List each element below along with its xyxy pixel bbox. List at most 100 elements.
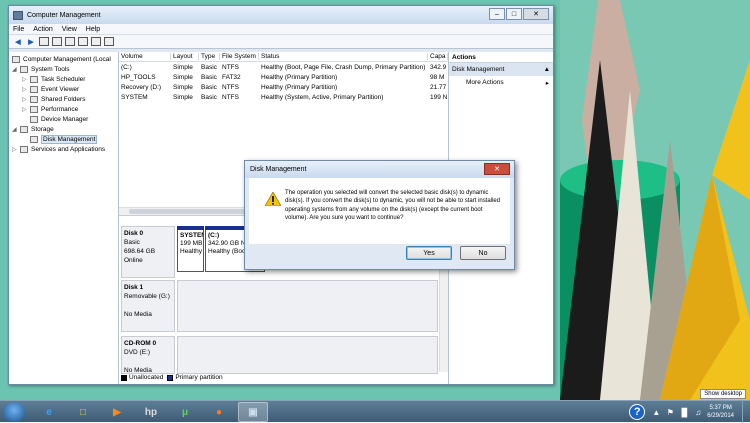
dialog-message: The operation you selected will convert … <box>285 190 501 221</box>
window-title: Computer Management <box>27 11 101 19</box>
tree-item-computer-management[interactable]: Computer Management (Local <box>9 54 118 64</box>
cdrom-0-info[interactable]: CD-ROM 0 DVD (E:) No Media <box>121 336 175 374</box>
expand-arrow-icon[interactable]: ▷ <box>22 86 28 93</box>
computer-management-taskbar-icon[interactable]: ▣ <box>238 402 268 422</box>
legend-primary: Primary partition <box>175 374 223 381</box>
toolbox-icon <box>20 65 28 73</box>
disk-legend: Unallocated Primary partition <box>121 374 223 381</box>
clock-icon <box>30 75 38 83</box>
more-actions[interactable]: More Actions ▸ <box>449 76 553 89</box>
internet-explorer-icon[interactable]: e <box>34 402 64 422</box>
collapse-arrow-icon[interactable]: ◢ <box>12 126 18 133</box>
properties-icon[interactable] <box>52 37 62 46</box>
tree-item-shared-folders[interactable]: ▷ Shared Folders <box>9 94 118 104</box>
services-icon <box>20 145 28 153</box>
legend-unallocated: Unallocated <box>129 374 164 381</box>
menu-action[interactable]: Action <box>33 26 52 33</box>
show-desktop-tooltip: Show desktop <box>700 389 746 399</box>
tree-item-performance[interactable]: ▷ Performance <box>9 104 118 114</box>
dialog-close-button[interactable]: ✕ <box>484 163 510 175</box>
partition-system[interactable]: SYSTEM 199 MB Healthy <box>177 226 204 272</box>
minimize-button[interactable]: – <box>489 8 505 20</box>
disk-management-icon <box>30 135 38 143</box>
dialog-title: Disk Management <box>250 166 307 173</box>
menu-help[interactable]: Help <box>86 26 100 33</box>
warning-icon <box>265 192 281 206</box>
column-file-system[interactable]: File System <box>220 53 259 60</box>
table-row[interactable]: SYSTEM Simple Basic NTFS Healthy (System… <box>119 92 448 102</box>
start-button-icon[interactable] <box>3 402 25 422</box>
collapse-triangle-icon[interactable]: ▲ <box>544 66 550 73</box>
close-button[interactable]: ✕ <box>523 8 549 20</box>
expand-arrow-icon[interactable]: ▷ <box>22 96 28 103</box>
system-tray: ? ▲ ⚑ █ ♫ 5:37 PM 6/29/2014 <box>629 401 750 423</box>
device-manager-icon <box>30 115 38 123</box>
collapse-arrow-icon[interactable]: ◢ <box>12 66 18 73</box>
back-arrow-icon[interactable]: ◀ <box>13 37 23 46</box>
expand-arrow-icon[interactable]: ▷ <box>22 76 28 83</box>
yes-button[interactable]: Yes <box>406 246 452 260</box>
disk-1-space[interactable] <box>177 280 438 332</box>
tree-item-storage[interactable]: ◢ Storage <box>9 124 118 134</box>
firefox-icon[interactable]: ● <box>204 402 234 422</box>
show-hidden-icons-icon[interactable]: ▲ <box>651 407 661 417</box>
help-topic-icon[interactable] <box>65 37 75 46</box>
menu-bar: File Action View Help <box>9 24 553 35</box>
volume-list-header: Volume Layout Type File System Status Ca… <box>119 52 448 62</box>
tree-item-task-scheduler[interactable]: ▷ Task Scheduler <box>9 74 118 84</box>
column-type[interactable]: Type <box>199 53 220 60</box>
help-icon[interactable]: ? <box>629 404 646 420</box>
tree-item-system-tools[interactable]: ◢ System Tools <box>9 64 118 74</box>
disk-1-row: Disk 1 Removable (G:) No Media <box>119 280 448 332</box>
tree-item-device-manager[interactable]: Device Manager <box>9 114 118 124</box>
windows-explorer-icon[interactable]: □ <box>68 402 98 422</box>
column-capacity[interactable]: Capa <box>428 53 448 60</box>
clock-time: 5:37 PM <box>709 405 732 411</box>
tree-item-disk-management[interactable]: Disk Management <box>9 134 118 144</box>
event-viewer-icon <box>30 85 38 93</box>
media-player-icon[interactable]: ▶ <box>102 402 132 422</box>
column-status[interactable]: Status <box>259 53 428 60</box>
cdrom-0-space[interactable] <box>177 336 438 374</box>
volume-icon[interactable]: ♫ <box>693 407 703 417</box>
toolbar: ◀ ▶ <box>9 35 553 49</box>
action-center-flag-icon[interactable]: ⚑ <box>665 407 675 417</box>
show-desktop-button[interactable] <box>742 401 750 423</box>
storage-icon <box>20 125 28 133</box>
utorrent-icon[interactable]: μ <box>170 402 200 422</box>
clock-date: 6/29/2014 <box>707 413 734 419</box>
disk-0-info[interactable]: Disk 0 Basic 698.64 GB Online <box>121 226 175 278</box>
menu-view[interactable]: View <box>62 26 77 33</box>
table-row[interactable]: HP_TOOLS Simple Basic FAT32 Healthy (Pri… <box>119 72 448 82</box>
show-hide-tree-icon[interactable] <box>39 37 49 46</box>
settings-icon[interactable] <box>91 37 101 46</box>
column-volume[interactable]: Volume <box>119 53 171 60</box>
network-icon[interactable]: █ <box>679 407 689 417</box>
refresh-icon[interactable] <box>78 37 88 46</box>
actions-header: Actions <box>449 52 553 63</box>
cdrom-0-row: CD-ROM 0 DVD (E:) No Media <box>119 336 448 374</box>
disk-1-info[interactable]: Disk 1 Removable (G:) No Media <box>121 280 175 332</box>
convert-dynamic-dialog: Disk Management ✕ The operation you sele… <box>244 160 515 270</box>
dialog-title-bar[interactable]: Disk Management <box>245 161 514 178</box>
maximize-button[interactable]: □ <box>506 8 522 20</box>
export-list-icon[interactable] <box>104 37 114 46</box>
forward-arrow-icon[interactable]: ▶ <box>26 37 36 46</box>
table-row[interactable]: (C:) Simple Basic NTFS Healthy (Boot, Pa… <box>119 62 448 72</box>
performance-icon <box>30 105 38 113</box>
console-tree: Computer Management (Local ◢ System Tool… <box>9 52 119 384</box>
tree-item-services-applications[interactable]: ▷ Services and Applications <box>9 144 118 154</box>
clock[interactable]: 5:37 PM 6/29/2014 <box>707 404 734 420</box>
expand-arrow-icon[interactable]: ▷ <box>12 146 18 153</box>
hp-app-icon[interactable]: hp <box>136 402 166 422</box>
expand-arrow-icon[interactable]: ▷ <box>22 106 28 113</box>
title-bar[interactable]: Computer Management – □ ✕ <box>9 6 553 24</box>
no-button[interactable]: No <box>460 246 506 260</box>
column-layout[interactable]: Layout <box>171 53 199 60</box>
table-row[interactable]: Recovery (D:) Simple Basic NTFS Healthy … <box>119 82 448 92</box>
tree-item-event-viewer[interactable]: ▷ Event Viewer <box>9 84 118 94</box>
menu-file[interactable]: File <box>13 26 24 33</box>
actions-section-disk-management[interactable]: Disk Management ▲ <box>449 63 553 76</box>
taskbar: e □ ▶ hp μ ● ▣ ? ▲ ⚑ █ ♫ 5:37 PM 6/29/20… <box>0 400 750 423</box>
dialog-body: The operation you selected will convert … <box>249 178 510 244</box>
